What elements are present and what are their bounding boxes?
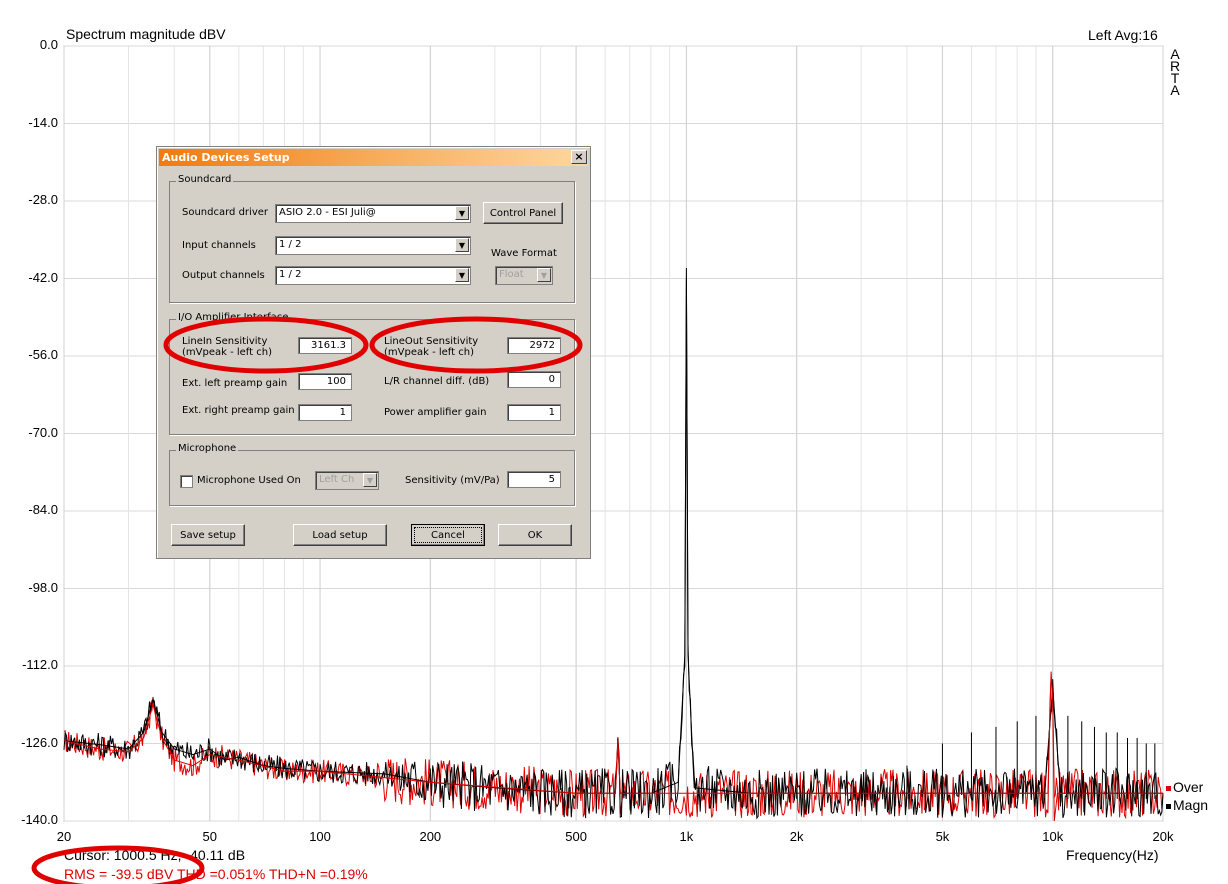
microphone-channel-select[interactable]: Left Ch ▼ [315,471,379,490]
close-icon[interactable]: × [571,150,587,164]
arta-logo: A R T A [1168,47,1182,98]
wave-format-value: Float [499,269,524,280]
y-tick-label: -42.0 [28,269,58,285]
load-setup-button[interactable]: Load setup [293,524,387,546]
y-tick-label: -126.0 [21,734,58,750]
input-channels-select[interactable]: 1 / 2 ▼ [275,236,471,255]
chevron-down-icon[interactable]: ▼ [537,268,551,282]
driver-select[interactable]: ASIO 2.0 - ESI Juli@ ▼ [275,204,471,223]
linein-label-line1: LineIn Sensitivity [182,336,268,347]
legend-over-swatch [1166,785,1171,791]
input-channels-label: Input channels [182,240,256,251]
save-setup-button[interactable]: Save setup [171,524,245,546]
lr-diff-field[interactable]: 0 [507,371,561,388]
dialog-title[interactable]: Audio Devices Setup [159,149,588,166]
output-channels-select[interactable]: 1 / 2 ▼ [275,266,471,285]
ok-button[interactable]: OK [498,524,572,546]
wave-format-label: Wave Format [491,248,557,259]
lr-diff-label: L/R channel diff. (dB) [384,376,490,387]
y-tick-label: -28.0 [28,192,58,207]
channel-info: Left Avg:16 [1088,27,1158,43]
y-tick-label: -14.0 [28,114,58,130]
lineout-label-line2: (mVpeak - left ch) [384,347,474,358]
left-preamp-field[interactable]: 100 [298,373,352,390]
wave-format-select[interactable]: Float ▼ [495,266,553,285]
legend-magn-label: Magn [1173,797,1209,813]
legend-magn-swatch [1166,803,1171,809]
io-amplifier-legend: I/O Amplifier Interface [176,312,291,323]
y-tick-label: -112.0 [22,657,58,672]
linein-sensitivity-field[interactable]: 3161.3 [298,337,352,354]
linein-sensitivity-label: LineIn Sensitivity (mVpeak - left ch) [182,336,272,358]
driver-label: Soundcard driver [182,207,268,218]
legend-over-label: Over [1173,779,1204,795]
brand-letter: A [1170,82,1180,98]
x-tick-label: 20k [1152,829,1174,844]
microphone-used-checkbox[interactable] [180,475,193,488]
x-tick-label: 5k [935,829,950,844]
microphone-used-label: Microphone Used On [197,475,301,486]
left-preamp-label: Ext. left preamp gain [182,378,288,389]
control-panel-button[interactable]: Control Panel [483,202,563,224]
right-preamp-label: Ext. right preamp gain [182,405,295,416]
microphone-channel-value: Left Ch [319,474,355,485]
cancel-button[interactable]: Cancel [411,524,485,546]
chevron-down-icon[interactable]: ▼ [455,206,469,220]
measurement-readout: RMS = -39.5 dBV THD =0.051% THD+N =0.19% [64,866,368,882]
lineout-label-line1: LineOut Sensitivity [384,336,479,347]
chevron-down-icon[interactable]: ▼ [363,473,377,487]
power-amp-field[interactable]: 1 [507,404,561,421]
audio-devices-setup-dialog: Audio Devices Setup × Soundcard Soundcar… [156,146,591,559]
y-tick-label: -140.0 [21,812,58,827]
power-amp-label: Power amplifier gain [384,407,487,418]
output-channels-label: Output channels [182,270,265,281]
y-tick-label: -70.0 [28,424,58,440]
mic-sensitivity-label: Sensitivity (mV/Pa) [405,475,500,486]
right-preamp-field[interactable]: 1 [298,404,352,421]
legend-magn[interactable]: Magn [1166,797,1208,813]
chevron-down-icon[interactable]: ▼ [455,268,469,282]
linein-label-line2: (mVpeak - left ch) [182,347,272,358]
y-tick-label: -84.0 [28,502,58,517]
x-tick-label: 200 [419,829,442,844]
driver-value: ASIO 2.0 - ESI Juli@ [279,207,376,218]
soundcard-legend: Soundcard [176,174,234,185]
input-channels-value: 1 / 2 [279,239,302,250]
x-tick-label: 1k [679,829,694,844]
x-axis-label: Frequency(Hz) [1066,847,1159,863]
lineout-sensitivity-label: LineOut Sensitivity (mVpeak - left ch) [384,336,478,358]
x-tick-label: 500 [565,829,587,844]
cursor-readout: Cursor: 1000.5 Hz, -40.11 dB [64,847,246,863]
lineout-sensitivity-field[interactable]: 2972 [507,337,561,354]
x-tick-label: 10k [1042,829,1064,844]
microphone-legend: Microphone [176,443,239,454]
y-tick-label: -56.0 [28,347,58,362]
legend-over[interactable]: Over [1166,779,1203,795]
mic-sensitivity-field[interactable]: 5 [507,471,561,488]
output-channels-value: 1 / 2 [279,269,302,280]
x-tick-label: 100 [309,829,331,844]
x-tick-label: 20 [56,829,72,844]
x-tick-label: 2k [789,829,804,844]
chevron-down-icon[interactable]: ▼ [455,238,469,252]
y-tick-label: -98.0 [28,579,58,595]
x-tick-label: 50 [202,829,217,844]
chart-title: Spectrum magnitude dBV [66,26,226,42]
y-tick-label: 0.0 [39,37,58,52]
